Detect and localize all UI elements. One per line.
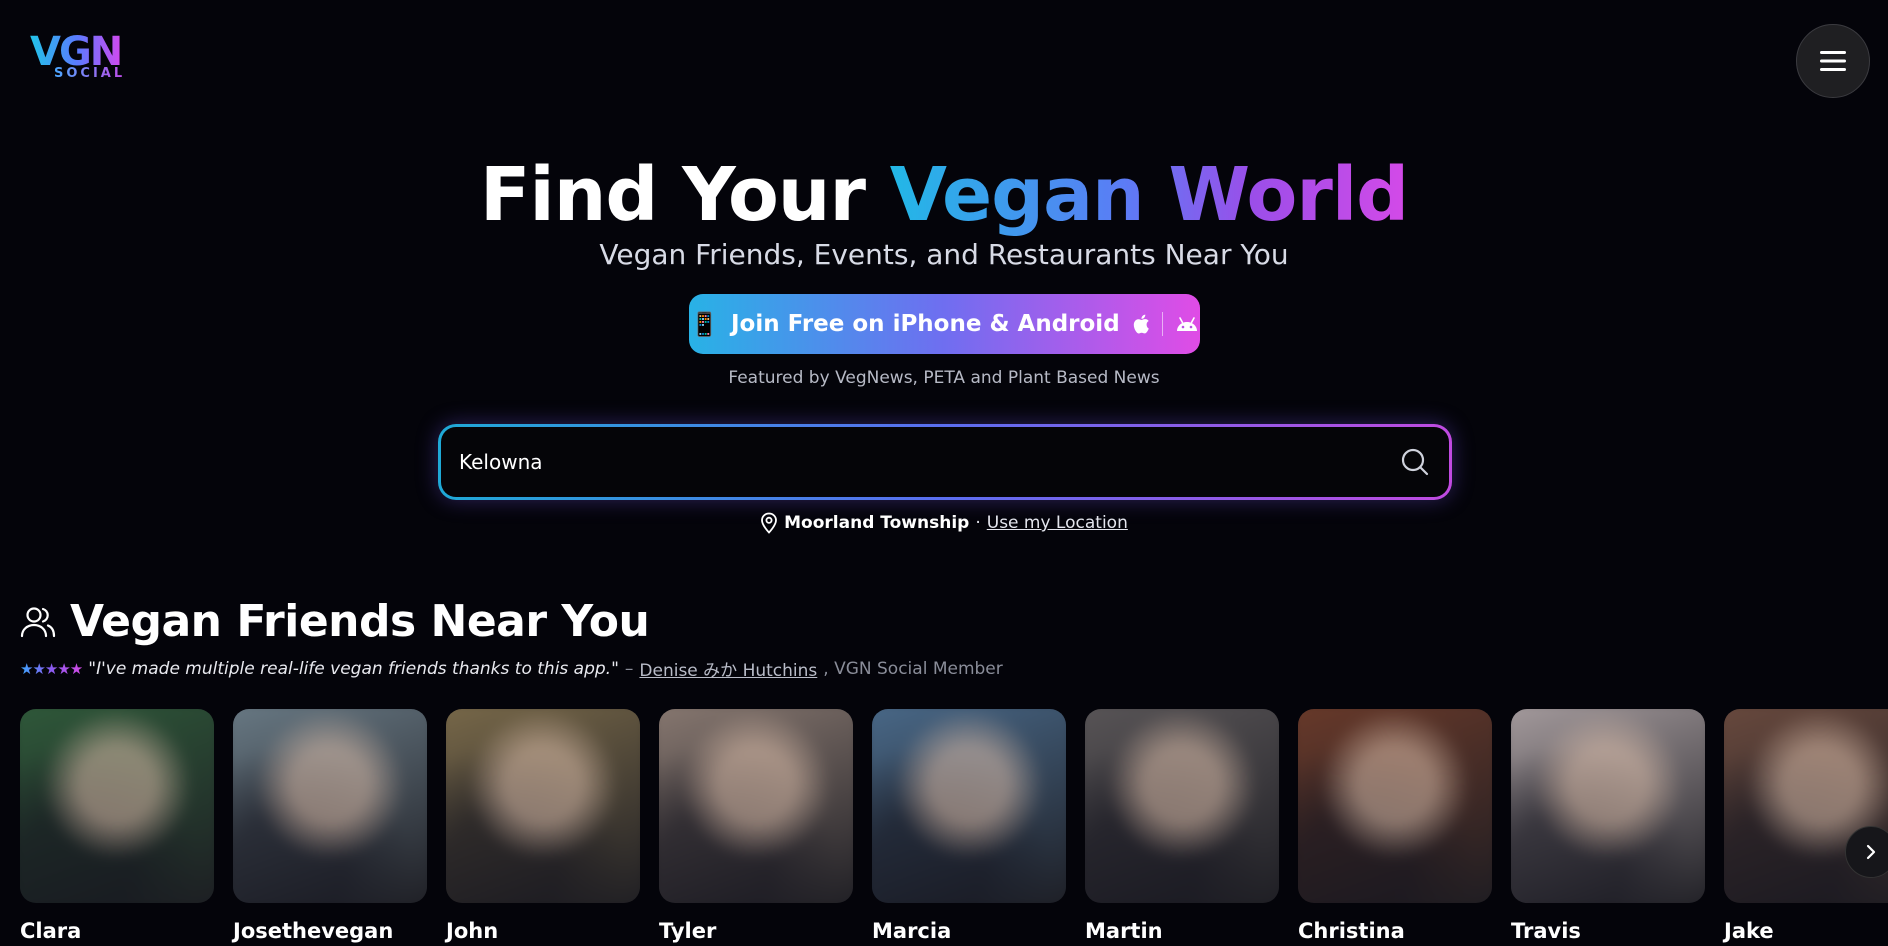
vgn-social-logo[interactable]: VGN SOCIAL — [30, 30, 124, 82]
friend-photo-blur — [659, 709, 853, 903]
friend-photo-blur — [20, 709, 214, 903]
friend-name: John — [446, 919, 499, 943]
rating-stars: ★★★★★ — [20, 659, 83, 678]
friend-name: Josethevegan — [233, 919, 394, 943]
friend-name: Martin — [1085, 919, 1163, 943]
testimonial-author-link[interactable]: Denise みか Hutchins — [639, 656, 817, 681]
friend-photo — [233, 709, 427, 903]
featured-by-text: Featured by VegNews, PETA and Plant Base… — [728, 368, 1160, 388]
search-inner — [441, 427, 1449, 497]
chevron-right-icon — [1866, 844, 1876, 860]
page: VGN SOCIAL Find Your Vegan World Vegan F… — [0, 0, 1888, 946]
friend-name: Tyler — [659, 919, 717, 943]
join-free-button[interactable]: 📱 Join Free on iPhone & Android — [689, 294, 1200, 354]
hamburger-icon — [1820, 51, 1846, 71]
menu-button[interactable] — [1796, 24, 1870, 98]
phone-icon: 📱 — [690, 311, 719, 338]
friend-name: Marcia — [872, 919, 952, 943]
friend-name: Clara — [20, 919, 82, 943]
friend-card[interactable]: Martin — [1085, 709, 1279, 943]
friend-photo — [446, 709, 640, 903]
friend-photo — [1298, 709, 1492, 903]
friend-photo — [1511, 709, 1705, 903]
friend-card[interactable]: Josethevegan — [233, 709, 427, 943]
hero-title-gradient: Vegan World — [889, 152, 1409, 238]
testimonial-dash: – — [624, 658, 634, 679]
friends-section-header: Vegan Friends Near You — [20, 596, 650, 647]
location-row: Moorland Township · Use my Location — [0, 512, 1888, 534]
friend-name: Christina — [1298, 919, 1405, 943]
friend-photo-blur — [1511, 709, 1705, 903]
friend-card[interactable]: Clara — [20, 709, 214, 943]
friend-photo-blur — [872, 709, 1066, 903]
friend-photo — [872, 709, 1066, 903]
testimonial-quote: "I've made multiple real-life vegan frie… — [88, 658, 619, 679]
friend-card[interactable]: John — [446, 709, 640, 943]
hero-title-plain: Find Your — [479, 152, 890, 238]
current-location: Moorland Township — [784, 513, 970, 533]
logo-subtext: SOCIAL — [54, 66, 126, 81]
users-icon — [20, 606, 56, 637]
android-icon — [1176, 317, 1197, 331]
friend-card[interactable]: Christina — [1298, 709, 1492, 943]
friend-card[interactable]: Marcia — [872, 709, 1066, 943]
friend-photo-blur — [233, 709, 427, 903]
apple-icon — [1133, 314, 1149, 334]
friend-photo — [659, 709, 853, 903]
friend-photo — [20, 709, 214, 903]
friend-card[interactable]: Tyler — [659, 709, 853, 943]
friends-section-title: Vegan Friends Near You — [70, 596, 650, 647]
use-my-location-link[interactable]: Use my Location — [987, 513, 1128, 533]
hero-subtitle: Vegan Friends, Events, and Restaurants N… — [599, 238, 1289, 271]
search-icon[interactable] — [1399, 446, 1431, 478]
button-divider — [1161, 312, 1163, 336]
friend-photo-blur — [446, 709, 640, 903]
friend-name: Jake — [1724, 919, 1774, 943]
friends-carousel: Clara Josethevegan John Tyler Marcia Martin Ch… — [20, 709, 1888, 946]
friend-photo — [1085, 709, 1279, 903]
map-pin-icon — [761, 512, 778, 534]
location-separator: · — [975, 513, 981, 533]
testimonial: ★★★★★ "I've made multiple real-life vega… — [20, 656, 1003, 682]
carousel-next-button[interactable] — [1845, 826, 1888, 878]
location-search-input[interactable] — [459, 450, 1399, 474]
friend-photo-blur — [1298, 709, 1492, 903]
join-button-label: Join Free on iPhone & Android — [730, 311, 1120, 337]
friend-name: Travis — [1511, 919, 1581, 943]
hero-title: Find Your Vegan World — [0, 150, 1888, 240]
friend-photo-blur — [1085, 709, 1279, 903]
testimonial-member-label: , VGN Social Member — [823, 658, 1003, 679]
friend-card[interactable]: Travis — [1511, 709, 1705, 943]
location-search-box — [438, 424, 1452, 500]
